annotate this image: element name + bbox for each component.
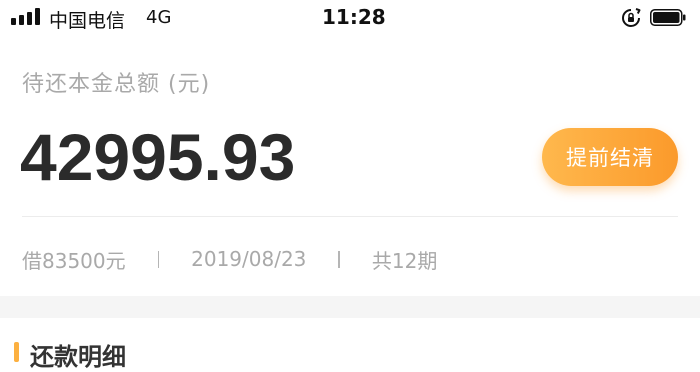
signal-icon: [11, 8, 42, 25]
rotation-lock-icon: [622, 8, 641, 27]
status-time: 11:28: [322, 5, 386, 29]
separator: [157, 250, 160, 268]
principal-label: 待还本金总额 (元): [22, 72, 211, 97]
separator: [338, 250, 340, 268]
network-type: 4G: [146, 7, 172, 28]
battery-icon: [650, 9, 686, 26]
section-gap: [0, 296, 700, 318]
section-title: 还款明细: [30, 343, 126, 371]
loan-date: 2019/08/23: [191, 247, 307, 271]
installment-count: 共12期: [371, 248, 438, 273]
divider: [22, 216, 678, 217]
principal-amount: 42995.93: [20, 120, 296, 194]
loan-info-row: 借83500元 2019/08/23 共12期: [22, 244, 437, 274]
section-accent-bar: [14, 342, 19, 362]
prepay-button[interactable]: 提前结清: [542, 128, 678, 186]
carrier-name: 中国电信: [49, 10, 126, 32]
loan-amount: 借83500元: [22, 248, 126, 273]
status-bar: 中国电信 4G 11:28: [0, 0, 700, 40]
